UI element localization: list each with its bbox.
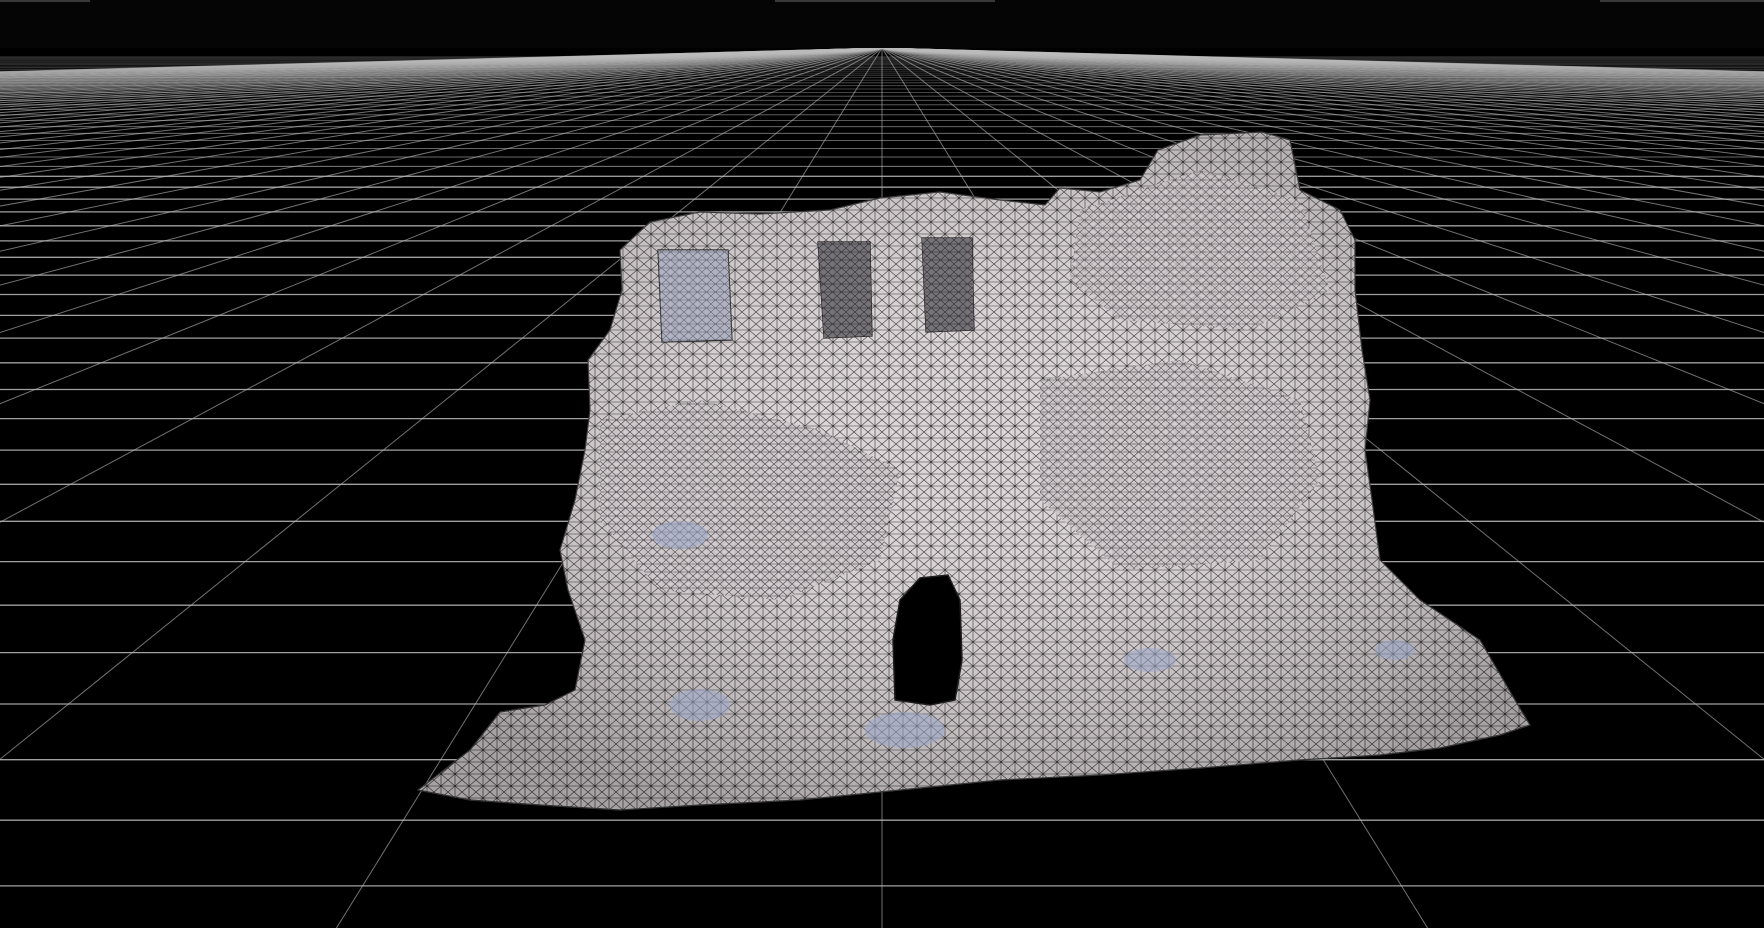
3d-viewport[interactable] bbox=[0, 0, 1764, 928]
ruin-mesh[interactable] bbox=[416, 131, 1531, 811]
viewport-scene[interactable] bbox=[0, 0, 1764, 928]
